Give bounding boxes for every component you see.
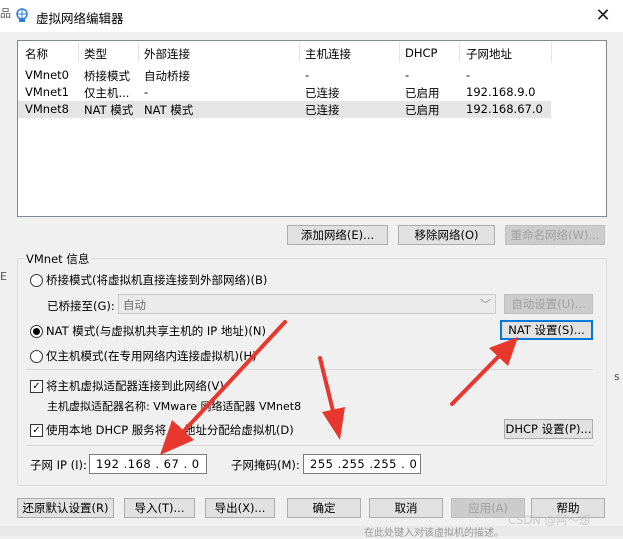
import-button[interactable]: 导入(T)... — [124, 498, 195, 518]
title-bar: 虚拟网络编辑器 ✕ — [0, 0, 623, 32]
list-header: 名称 类型 外部连接 主机连接 DHCP 子网地址 — [18, 41, 606, 64]
auto-settings-button[interactable]: 自动设置(U)... — [504, 294, 593, 314]
row-cell: 已连接 — [305, 103, 340, 117]
bridged-to-value: 自动 — [123, 298, 146, 312]
background-description-text: 在此处键入对该虚拟机的描述。 — [364, 528, 504, 539]
close-icon[interactable]: ✕ — [592, 5, 614, 27]
bridged-to-select[interactable]: 自动 ﹀ — [118, 294, 496, 314]
adapter-name-text: 主机虚拟适配器名称: VMware 网络适配器 VMnet8 — [47, 400, 302, 413]
nat-mode-label[interactable]: NAT 模式(与虚拟机共享主机的 IP 地址)(N) — [46, 323, 266, 339]
dhcp-checkbox[interactable]: ✓ — [30, 424, 43, 437]
nat-settings-button[interactable]: NAT 设置(S)... — [500, 320, 593, 340]
connect-adapter-label[interactable]: 将主机虚拟适配器连接到此网络(V) — [46, 378, 224, 394]
row-cell: 仅主机... — [84, 86, 130, 100]
group-title: VMnet 信息 — [24, 251, 92, 267]
add-network-button[interactable]: 添加网络(E)... — [287, 225, 388, 245]
row-cell: - — [466, 68, 471, 82]
bridged-mode-radio[interactable] — [30, 274, 43, 287]
row-cell: 已连接 — [305, 86, 340, 100]
dhcp-label[interactable]: 使用本地 DHCP 服务将 IP 地址分配给虚拟机(D) — [46, 422, 294, 438]
subnet-ip-label: 子网 IP (I): — [30, 458, 87, 472]
row-cell: 192.168.67.0 — [466, 102, 543, 116]
row-cell: 自动桥接 — [144, 69, 190, 83]
row-cell: NAT 模式 — [144, 103, 194, 117]
subnet-ip-value: 192 .168 . 67 . 0 — [96, 457, 200, 471]
host-only-mode-radio[interactable] — [30, 350, 43, 363]
row-cell: 192.168.9.0 — [466, 85, 536, 99]
background-fragment: 品 — [0, 7, 11, 20]
background-fragment: s — [614, 370, 620, 383]
row-cell: VMnet1 — [25, 85, 69, 99]
watermark: CSDN @阿～想 — [508, 513, 591, 527]
row-cell: - — [405, 68, 410, 82]
row-cell: - — [144, 85, 149, 99]
list-row-vmnet0[interactable]: VMnet0 桥接模式 自动桥接 - - - — [18, 67, 551, 84]
row-cell: NAT 模式 — [84, 103, 134, 117]
background-fragment: E — [0, 270, 7, 283]
row-cell: VMnet8 — [25, 102, 69, 116]
vmnet-info-group — [17, 258, 607, 486]
column-header[interactable]: 名称 — [25, 46, 48, 62]
remove-network-button[interactable]: 移除网络(O) — [398, 225, 495, 245]
subnet-ip-input[interactable]: 192 .168 . 67 . 0 — [89, 454, 207, 474]
bridged-mode-label[interactable]: 桥接模式(将虚拟机直接连接到外部网络)(B) — [46, 272, 267, 288]
window-title: 虚拟网络编辑器 — [36, 11, 124, 26]
row-cell: 已启用 — [405, 86, 440, 100]
row-cell: VMnet0 — [25, 68, 69, 82]
row-cell: 已启用 — [405, 103, 440, 117]
subnet-mask-value: 255 .255 .255 . 0 — [310, 457, 418, 471]
subnet-mask-input[interactable]: 255 .255 .255 . 0 — [303, 454, 421, 474]
bridged-to-label: 已桥接至(G): — [47, 299, 115, 313]
rename-network-button[interactable]: 重命名网络(W)... — [505, 225, 605, 245]
subnet-mask-label: 子网掩码(M): — [231, 458, 300, 472]
row-cell: - — [305, 68, 310, 82]
nat-mode-radio[interactable] — [30, 325, 43, 338]
dhcp-settings-button[interactable]: DHCP 设置(P)... — [504, 419, 593, 439]
list-row-vmnet8[interactable]: VMnet8 NAT 模式 NAT 模式 已连接 已启用 192.168.67.… — [18, 101, 551, 118]
chevron-down-icon: ﹀ — [480, 298, 491, 311]
column-header[interactable]: 类型 — [84, 46, 107, 62]
cancel-button[interactable]: 取消 — [369, 498, 443, 518]
restore-defaults-button[interactable]: 还原默认设置(R) — [17, 498, 114, 518]
row-cell: 桥接模式 — [84, 69, 130, 83]
column-header[interactable]: 子网地址 — [466, 46, 512, 62]
divider — [27, 445, 593, 446]
divider — [27, 369, 593, 370]
list-row-vmnet1[interactable]: VMnet1 仅主机... - 已连接 已启用 192.168.9.0 — [18, 84, 551, 101]
network-list[interactable]: 名称 类型 外部连接 主机连接 DHCP 子网地址 VMnet0 桥接模式 自动… — [17, 40, 607, 217]
host-only-mode-label[interactable]: 仅主机模式(在专用网络内连接虚拟机)(H) — [46, 348, 257, 364]
column-header[interactable]: DHCP — [405, 46, 437, 60]
column-header[interactable]: 外部连接 — [144, 46, 190, 62]
ok-button[interactable]: 确定 — [287, 498, 361, 518]
connect-adapter-checkbox[interactable]: ✓ — [30, 380, 43, 393]
export-button[interactable]: 导出(X)... — [205, 498, 275, 518]
column-header[interactable]: 主机连接 — [305, 46, 351, 62]
vmware-network-icon — [16, 8, 28, 22]
